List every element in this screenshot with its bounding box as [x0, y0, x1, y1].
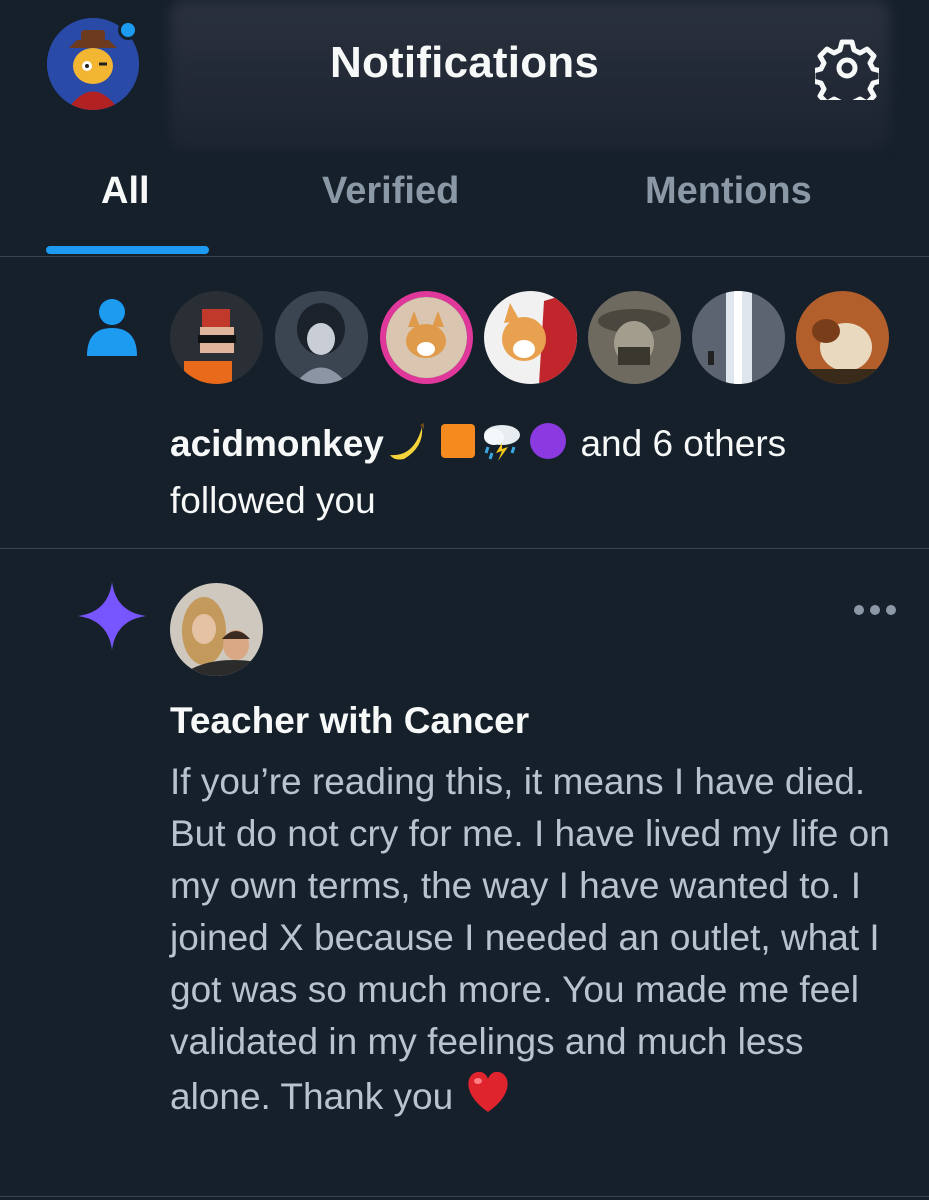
- person-icon: [84, 298, 140, 356]
- others-count[interactable]: and 6 others: [580, 423, 786, 464]
- follower-avatar[interactable]: [170, 291, 263, 384]
- cloud-with-lightning-and-rain-icon: [478, 421, 526, 475]
- tab-verified[interactable]: Verified: [322, 170, 459, 213]
- divider: [0, 548, 929, 549]
- page-title: Notifications: [329, 38, 600, 87]
- follower-avatar[interactable]: [588, 291, 681, 384]
- notification-tabs: All Verified Mentions: [0, 160, 929, 256]
- active-tab-indicator: [46, 246, 209, 254]
- more-dots-icon[interactable]: [852, 600, 898, 620]
- tab-mentions[interactable]: Mentions: [645, 170, 812, 213]
- follow-action: followed you: [170, 480, 376, 521]
- purple-circle-icon: [526, 421, 570, 475]
- banana-icon: [384, 421, 428, 475]
- tab-all[interactable]: All: [101, 170, 150, 213]
- follower-name[interactable]: acidmonkey: [170, 423, 384, 464]
- follower-avatar[interactable]: [796, 291, 889, 384]
- unread-dot: [118, 20, 138, 40]
- follower-avatar[interactable]: [380, 291, 473, 384]
- author-name[interactable]: Teacher with Cancer: [170, 700, 529, 742]
- orange-square-icon: [438, 421, 478, 475]
- author-avatar[interactable]: [170, 583, 263, 676]
- sparkle-icon: [76, 580, 148, 652]
- divider: [0, 256, 929, 257]
- follower-avatar[interactable]: [692, 291, 785, 384]
- gear-icon[interactable]: [810, 36, 884, 113]
- red-heart-icon: [463, 1068, 513, 1128]
- top-bar: Notifications All Verified Mentions: [0, 0, 929, 256]
- post-text: If you’re reading this, it means I have …: [170, 756, 910, 1128]
- follower-avatar[interactable]: [275, 291, 368, 384]
- follow-text: acidmonkey and 6 others followed you: [170, 418, 910, 527]
- divider: [0, 1196, 929, 1197]
- follower-avatar[interactable]: [484, 291, 577, 384]
- post-body-text: If you’re reading this, it means I have …: [170, 761, 890, 1117]
